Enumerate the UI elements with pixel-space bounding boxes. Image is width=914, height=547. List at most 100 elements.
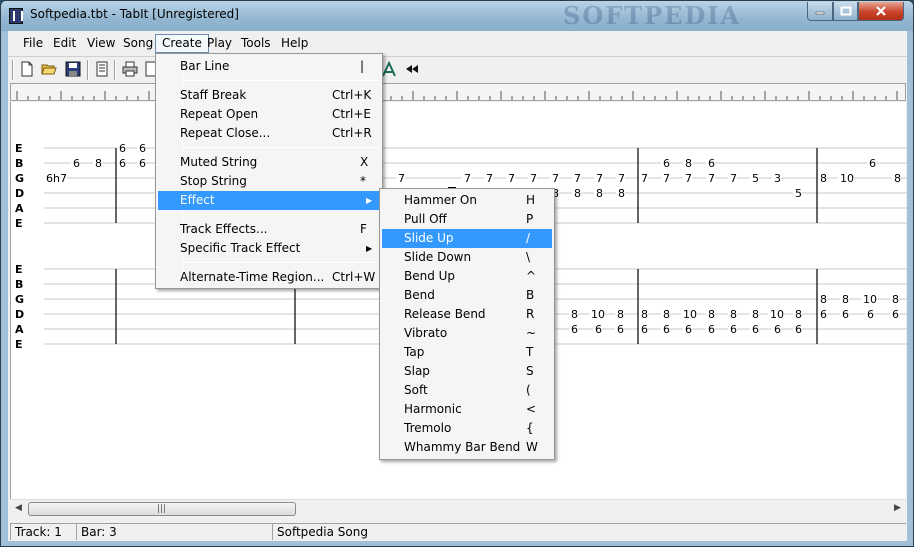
fret-number[interactable]: 7 [508, 172, 515, 185]
fret-number[interactable]: 10 [840, 172, 854, 185]
position-ruler[interactable] [10, 83, 906, 101]
fret-number[interactable]: 8 [685, 157, 692, 170]
fret-number[interactable]: 8 [596, 187, 603, 200]
fret-number[interactable]: 6 [139, 142, 146, 155]
menu-item-whammy-bar-bend[interactable]: Whammy Bar Bend W [382, 438, 552, 457]
menu-item-tap[interactable]: Tap T [382, 343, 552, 362]
save-icon[interactable] [65, 61, 81, 77]
fret-number[interactable]: 8 [708, 308, 715, 321]
fret-number[interactable]: 6 [663, 157, 670, 170]
fret-number[interactable]: 7 [730, 172, 737, 185]
menu-help[interactable]: Help [275, 34, 314, 53]
fret-number[interactable]: 6 [795, 323, 802, 336]
fret-number[interactable]: 7 [663, 172, 670, 185]
fret-number[interactable]: 7 [530, 172, 537, 185]
fret-number[interactable]: 10 [863, 293, 877, 306]
fret-number[interactable]: 6 [752, 323, 759, 336]
fret-number[interactable]: 8 [574, 187, 581, 200]
menu-edit[interactable]: Edit [47, 34, 82, 53]
fret-number[interactable]: 8 [571, 308, 578, 321]
menu-item-bar-line[interactable]: Bar Line | [158, 57, 380, 76]
fret-number[interactable]: 6 [685, 323, 692, 336]
fret-number[interactable]: 5 [752, 172, 759, 185]
fret-number[interactable]: 10 [770, 308, 784, 321]
open-folder-icon[interactable] [41, 61, 57, 77]
document-properties-icon[interactable] [94, 61, 110, 77]
menu-item-bend[interactable]: Bend B [382, 286, 552, 305]
new-file-icon[interactable] [19, 61, 35, 77]
title-bar[interactable]: Softpedia.tbt - TabIt [Unregistered] SOF… [1, 1, 913, 31]
fret-number[interactable]: 7 [618, 172, 625, 185]
fret-number[interactable]: 7 [464, 172, 471, 185]
rewind-icon[interactable] [404, 61, 420, 77]
menu-item-slide-down[interactable]: Slide Down \ [382, 248, 552, 267]
menu-item-track-effects[interactable]: Track Effects... F [158, 220, 380, 239]
menu-item-staff-break[interactable]: Staff Break Ctrl+K [158, 86, 380, 105]
fret-number[interactable]: 7 [552, 172, 559, 185]
fret-number[interactable]: 7 [486, 172, 493, 185]
minimize-button[interactable] [807, 2, 833, 21]
fret-number[interactable]: 8 [663, 308, 670, 321]
menu-item-harmonic[interactable]: Harmonic < [382, 400, 552, 419]
menu-item-tremolo[interactable]: Tremolo { [382, 419, 552, 438]
menu-view[interactable]: View [81, 34, 121, 53]
fret-number[interactable]: 6h7 [46, 172, 67, 185]
tuning-fork-icon[interactable] [381, 61, 397, 77]
fret-number[interactable]: 6 [820, 308, 827, 321]
fret-number[interactable]: 6 [730, 323, 737, 336]
fret-number[interactable]: 8 [795, 308, 802, 321]
menu-item-pull-off[interactable]: Pull Off P [382, 210, 552, 229]
menu-item-vibrato[interactable]: Vibrato ~ [382, 324, 552, 343]
fret-number[interactable]: 6 [892, 308, 899, 321]
menu-item-slide-up[interactable]: Slide Up / [382, 229, 552, 248]
tabit-app-icon[interactable] [9, 8, 23, 24]
fret-number[interactable]: 7 [574, 172, 581, 185]
menu-file[interactable]: File [17, 34, 49, 53]
fret-number[interactable]: 8 [892, 293, 899, 306]
menu-item-repeat-close[interactable]: Repeat Close... Ctrl+R [158, 124, 380, 143]
fret-number[interactable]: 8 [95, 157, 102, 170]
fret-number[interactable]: 8 [641, 308, 648, 321]
menu-item-specific-track-effect[interactable]: Specific Track Effect ▶ [158, 239, 380, 258]
menu-item-muted-string[interactable]: Muted String X [158, 153, 380, 172]
fret-number[interactable]: 10 [683, 308, 697, 321]
fret-number[interactable]: 6 [708, 323, 715, 336]
menu-item-alternate-time-region[interactable]: Alternate-Time Region... Ctrl+W [158, 268, 380, 287]
fret-number[interactable]: 6 [708, 157, 715, 170]
menu-item-repeat-open[interactable]: Repeat Open Ctrl+E [158, 105, 380, 124]
fret-number[interactable]: 8 [617, 308, 624, 321]
menu-item-hammer-on[interactable]: Hammer On H [382, 191, 552, 210]
fret-number[interactable]: 8 [730, 308, 737, 321]
scrollbar-thumb[interactable]: ||| [28, 502, 296, 516]
scroll-right-icon[interactable]: ▶ [894, 503, 901, 513]
close-button[interactable] [858, 2, 904, 21]
fret-number[interactable]: 6 [595, 323, 602, 336]
fret-number[interactable]: 6 [663, 323, 670, 336]
fret-number[interactable]: 6 [641, 323, 648, 336]
fret-number[interactable]: 7 [708, 172, 715, 185]
menu-song[interactable]: Song [117, 34, 159, 53]
menu-tools[interactable]: Tools [235, 34, 277, 53]
scroll-left-icon[interactable]: ◀ [15, 503, 22, 513]
horizontal-scrollbar[interactable]: ◀ ||| ▶ [10, 499, 906, 517]
fret-number[interactable]: 6 [842, 308, 849, 321]
fret-number[interactable]: 7 [398, 172, 405, 185]
fret-number[interactable]: 6 [867, 308, 874, 321]
fret-number[interactable]: 6 [571, 323, 578, 336]
menu-play[interactable]: Play [201, 34, 238, 53]
fret-number[interactable]: 7 [641, 172, 648, 185]
fret-number[interactable]: 3 [774, 172, 781, 185]
menu-item-slap[interactable]: Slap S [382, 362, 552, 381]
menu-item-release-bend[interactable]: Release Bend R [382, 305, 552, 324]
fret-number[interactable]: 5 [795, 187, 802, 200]
fret-number[interactable]: 8 [842, 293, 849, 306]
menu-item-stop-string[interactable]: Stop String * [158, 172, 380, 191]
fret-number[interactable]: 8 [820, 172, 827, 185]
fret-number[interactable]: 7 [685, 172, 692, 185]
fret-number[interactable]: 7 [596, 172, 603, 185]
fret-number[interactable]: 6 [139, 157, 146, 170]
fret-number[interactable]: 6 [119, 157, 126, 170]
fret-number[interactable]: 10 [591, 308, 605, 321]
fret-number[interactable]: 8 [820, 293, 827, 306]
print-icon[interactable] [122, 61, 138, 77]
